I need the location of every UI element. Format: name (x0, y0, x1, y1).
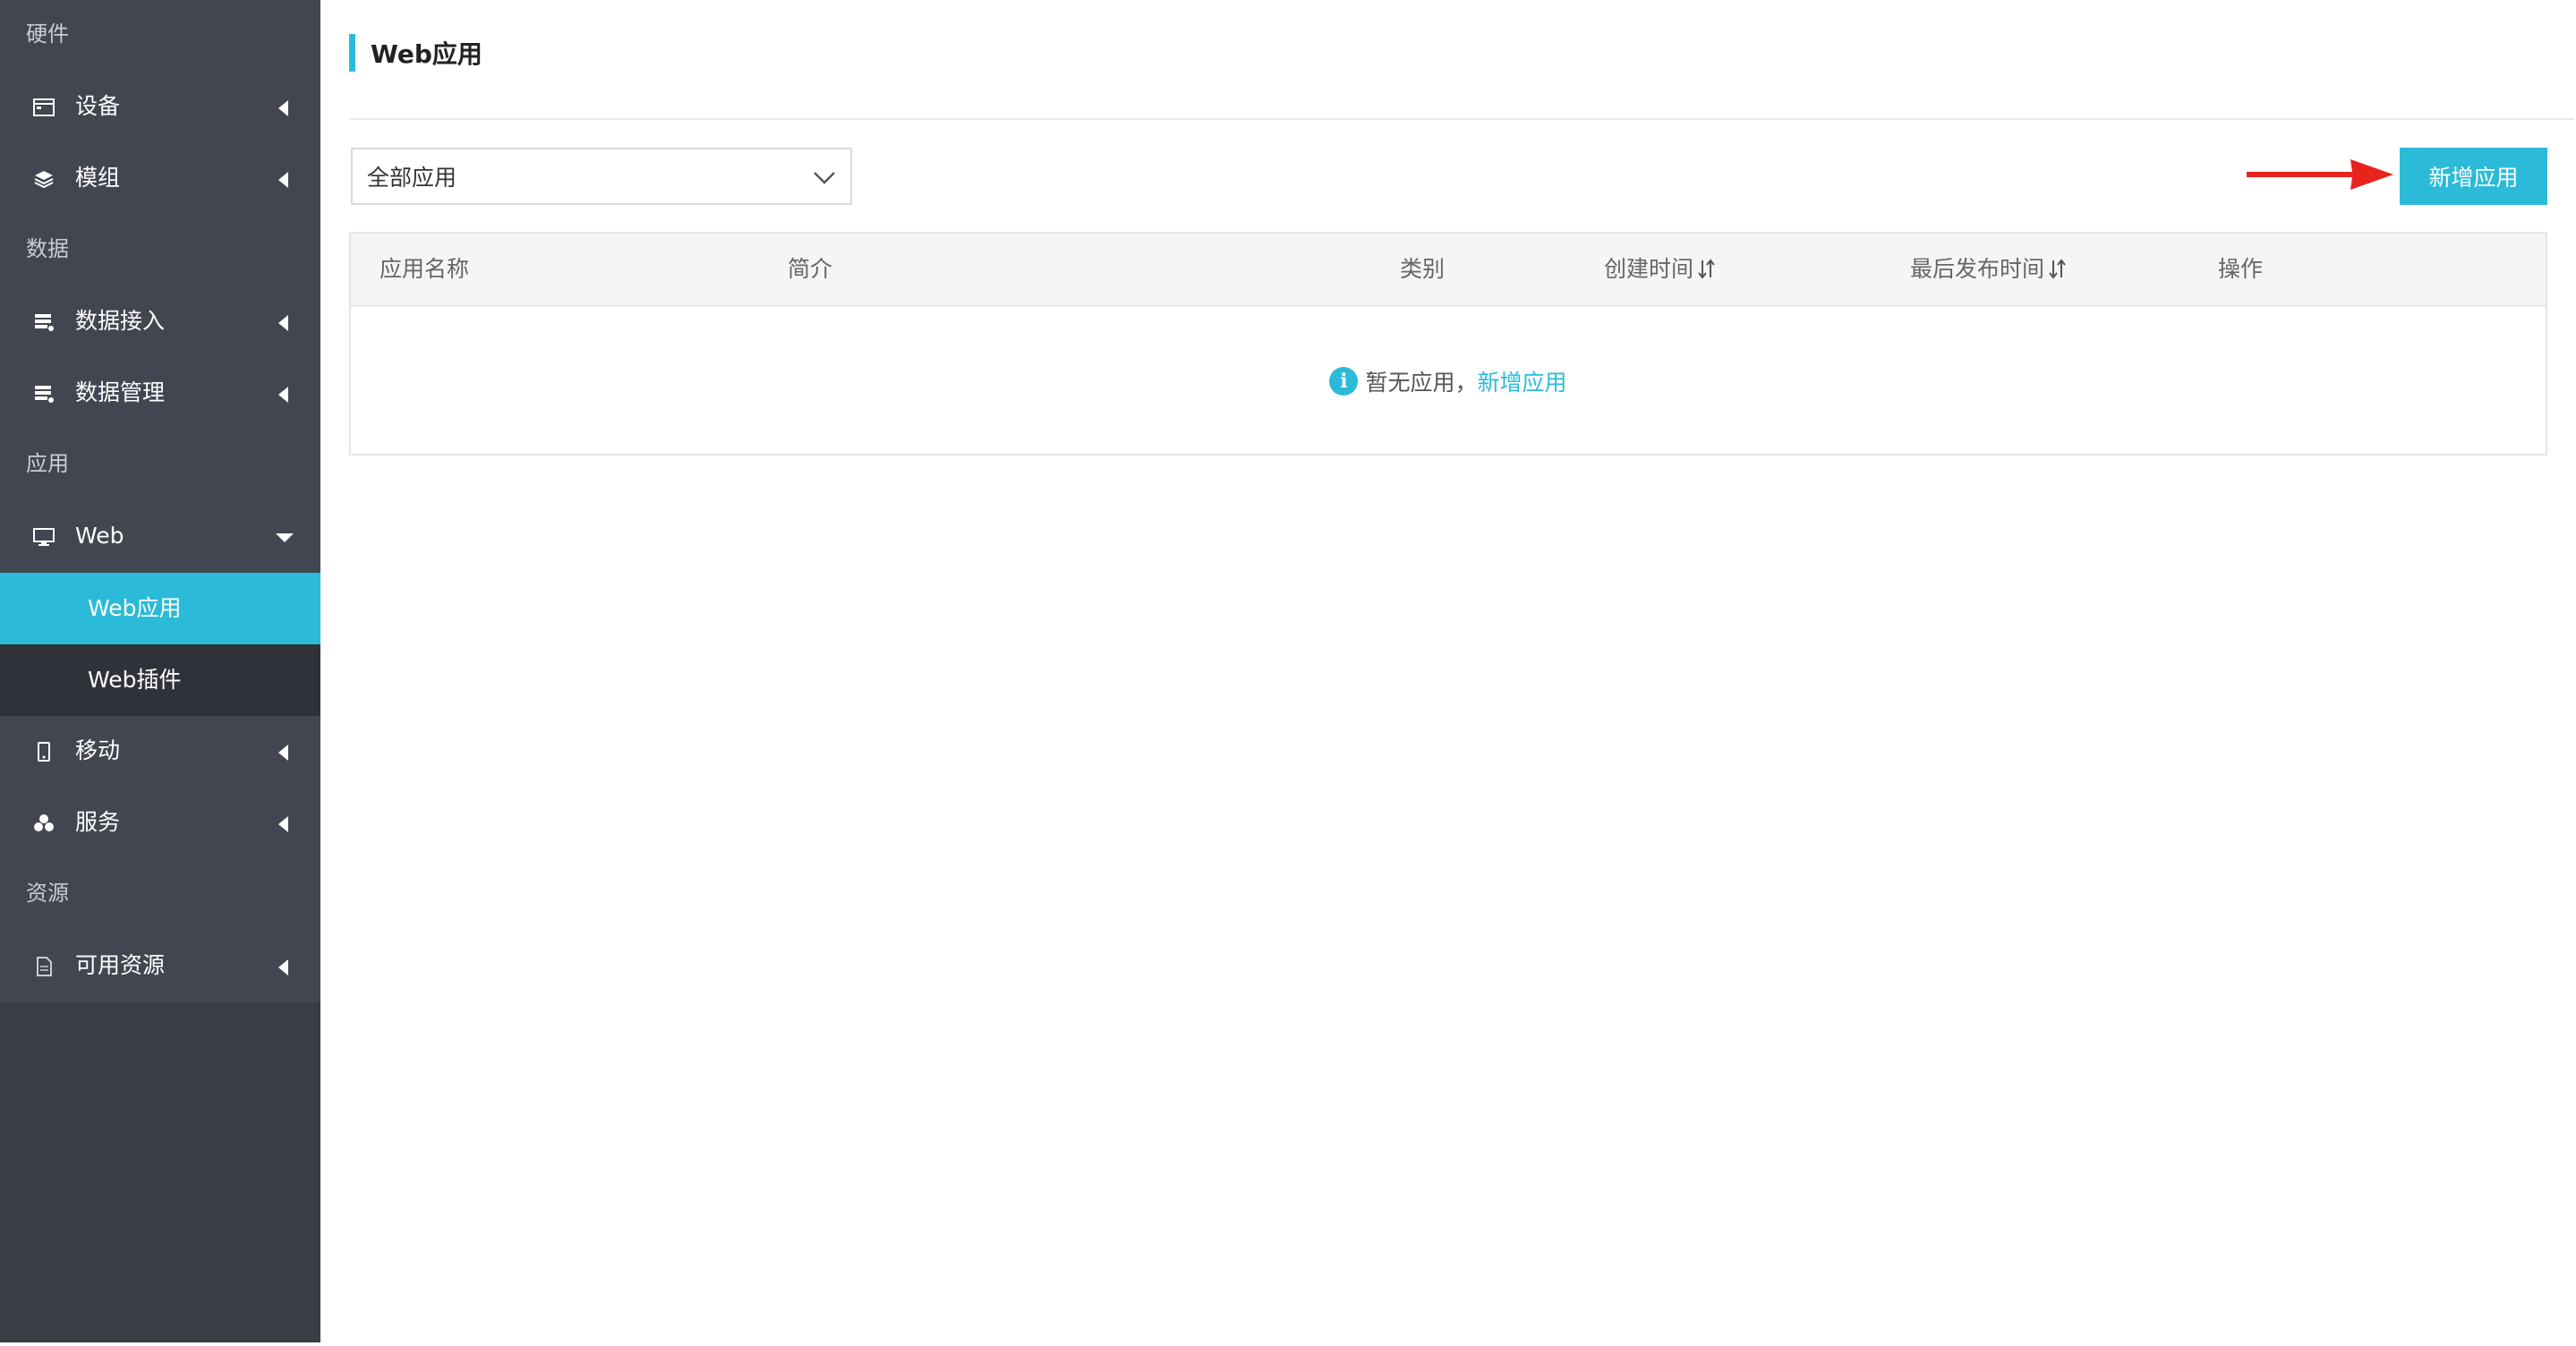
mobile-phone-icon (32, 740, 55, 763)
apps-table: 应用名称 简介 类别 创建时间 最后发布时间 操作 i 暂无应用， 新增应用 (349, 232, 2547, 456)
page-title: Web应用 (371, 39, 482, 69)
header-divider (349, 118, 2574, 120)
annotation-arrow-icon (2245, 152, 2397, 202)
sidebar-item-label: 数据接入 (75, 308, 166, 334)
filter-selected-value: 全部应用 (367, 165, 457, 191)
sidebar-item-label: 设备 (75, 93, 121, 119)
col-header-name: 应用名称 (380, 256, 470, 282)
app-filter-select[interactable]: 全部应用 (351, 148, 852, 205)
caret-left-icon (278, 100, 288, 116)
device-icon (32, 96, 55, 119)
sort-icon[interactable] (2048, 258, 2068, 281)
sidebar-item-service[interactable]: 服务 (0, 788, 320, 859)
sidebar-item-label: 模组 (75, 165, 121, 191)
table-header: 应用名称 简介 类别 创建时间 最后发布时间 操作 (351, 234, 2546, 307)
file-icon (32, 955, 55, 978)
sort-icon[interactable] (1697, 258, 1717, 281)
sidebar-item-mobile[interactable]: 移动 (0, 716, 320, 788)
caret-left-icon (278, 745, 288, 761)
info-icon: i (1329, 367, 1359, 396)
database-icon (32, 382, 55, 405)
empty-add-app-link[interactable]: 新增应用 (1478, 365, 1567, 397)
caret-left-icon (278, 172, 288, 188)
col-header-published-label: 最后发布时间 (1910, 256, 2045, 282)
caret-left-icon (278, 387, 288, 403)
sidebar-item-label: 移动 (75, 737, 121, 763)
sidebar-item-data-manage[interactable]: 数据管理 (0, 358, 320, 430)
caret-left-icon (278, 315, 288, 331)
col-header-created[interactable]: 创建时间 (1604, 234, 1717, 305)
sidebar: 硬件 设备 模组 数据 数据接入 数据管理 应用 Web Web应用 Web插件… (0, 0, 320, 1342)
main-content: Web应用 全部应用 新增应用 应用名称 简介 类别 创建时间 最后发布时间 操… (320, 0, 2576, 1346)
monitor-icon (32, 525, 55, 549)
database-icon (32, 311, 55, 334)
empty-message: i 暂无应用， 新增应用 (1329, 365, 1567, 397)
sidebar-item-device[interactable]: 设备 (0, 72, 320, 143)
empty-text: 暂无应用， (1365, 370, 1478, 396)
page-header: Web应用 (349, 34, 482, 72)
caret-left-icon (278, 816, 288, 832)
empty-state: i 暂无应用， 新增应用 (351, 307, 2546, 456)
sidebar-item-label: 数据管理 (75, 379, 166, 405)
add-app-button[interactable]: 新增应用 (2400, 148, 2547, 205)
sidebar-item-available-resources[interactable]: 可用资源 (0, 931, 320, 1002)
layers-icon (32, 167, 55, 191)
section-resources: 资源 (26, 881, 69, 906)
cubes-icon (32, 812, 55, 835)
sidebar-item-label: 服务 (75, 809, 121, 835)
sidebar-item-web[interactable]: Web (0, 501, 320, 573)
sidebar-subitem-web-plugin[interactable]: Web插件 (0, 644, 320, 716)
sidebar-subitem-web-app[interactable]: Web应用 (0, 573, 320, 644)
col-header-published[interactable]: 最后发布时间 (1910, 234, 2068, 305)
sidebar-item-label: Web (75, 523, 124, 549)
chevron-down-icon (811, 164, 838, 194)
caret-down-icon (276, 533, 294, 542)
sidebar-item-module[interactable]: 模组 (0, 143, 320, 215)
section-hardware: 硬件 (26, 21, 69, 47)
col-header-category: 类别 (1400, 256, 1446, 282)
section-data: 数据 (26, 236, 69, 261)
col-header-created-label: 创建时间 (1604, 256, 1694, 282)
col-header-actions: 操作 (2218, 256, 2264, 282)
section-app: 应用 (26, 451, 69, 476)
sidebar-menu: 硬件 设备 模组 数据 数据接入 数据管理 应用 Web Web应用 Web插件… (0, 0, 320, 1002)
title-accent-bar (349, 34, 355, 72)
caret-left-icon (278, 959, 288, 975)
sidebar-item-label: 可用资源 (75, 952, 166, 978)
col-header-desc: 简介 (788, 256, 833, 282)
sidebar-item-data-access[interactable]: 数据接入 (0, 286, 320, 358)
